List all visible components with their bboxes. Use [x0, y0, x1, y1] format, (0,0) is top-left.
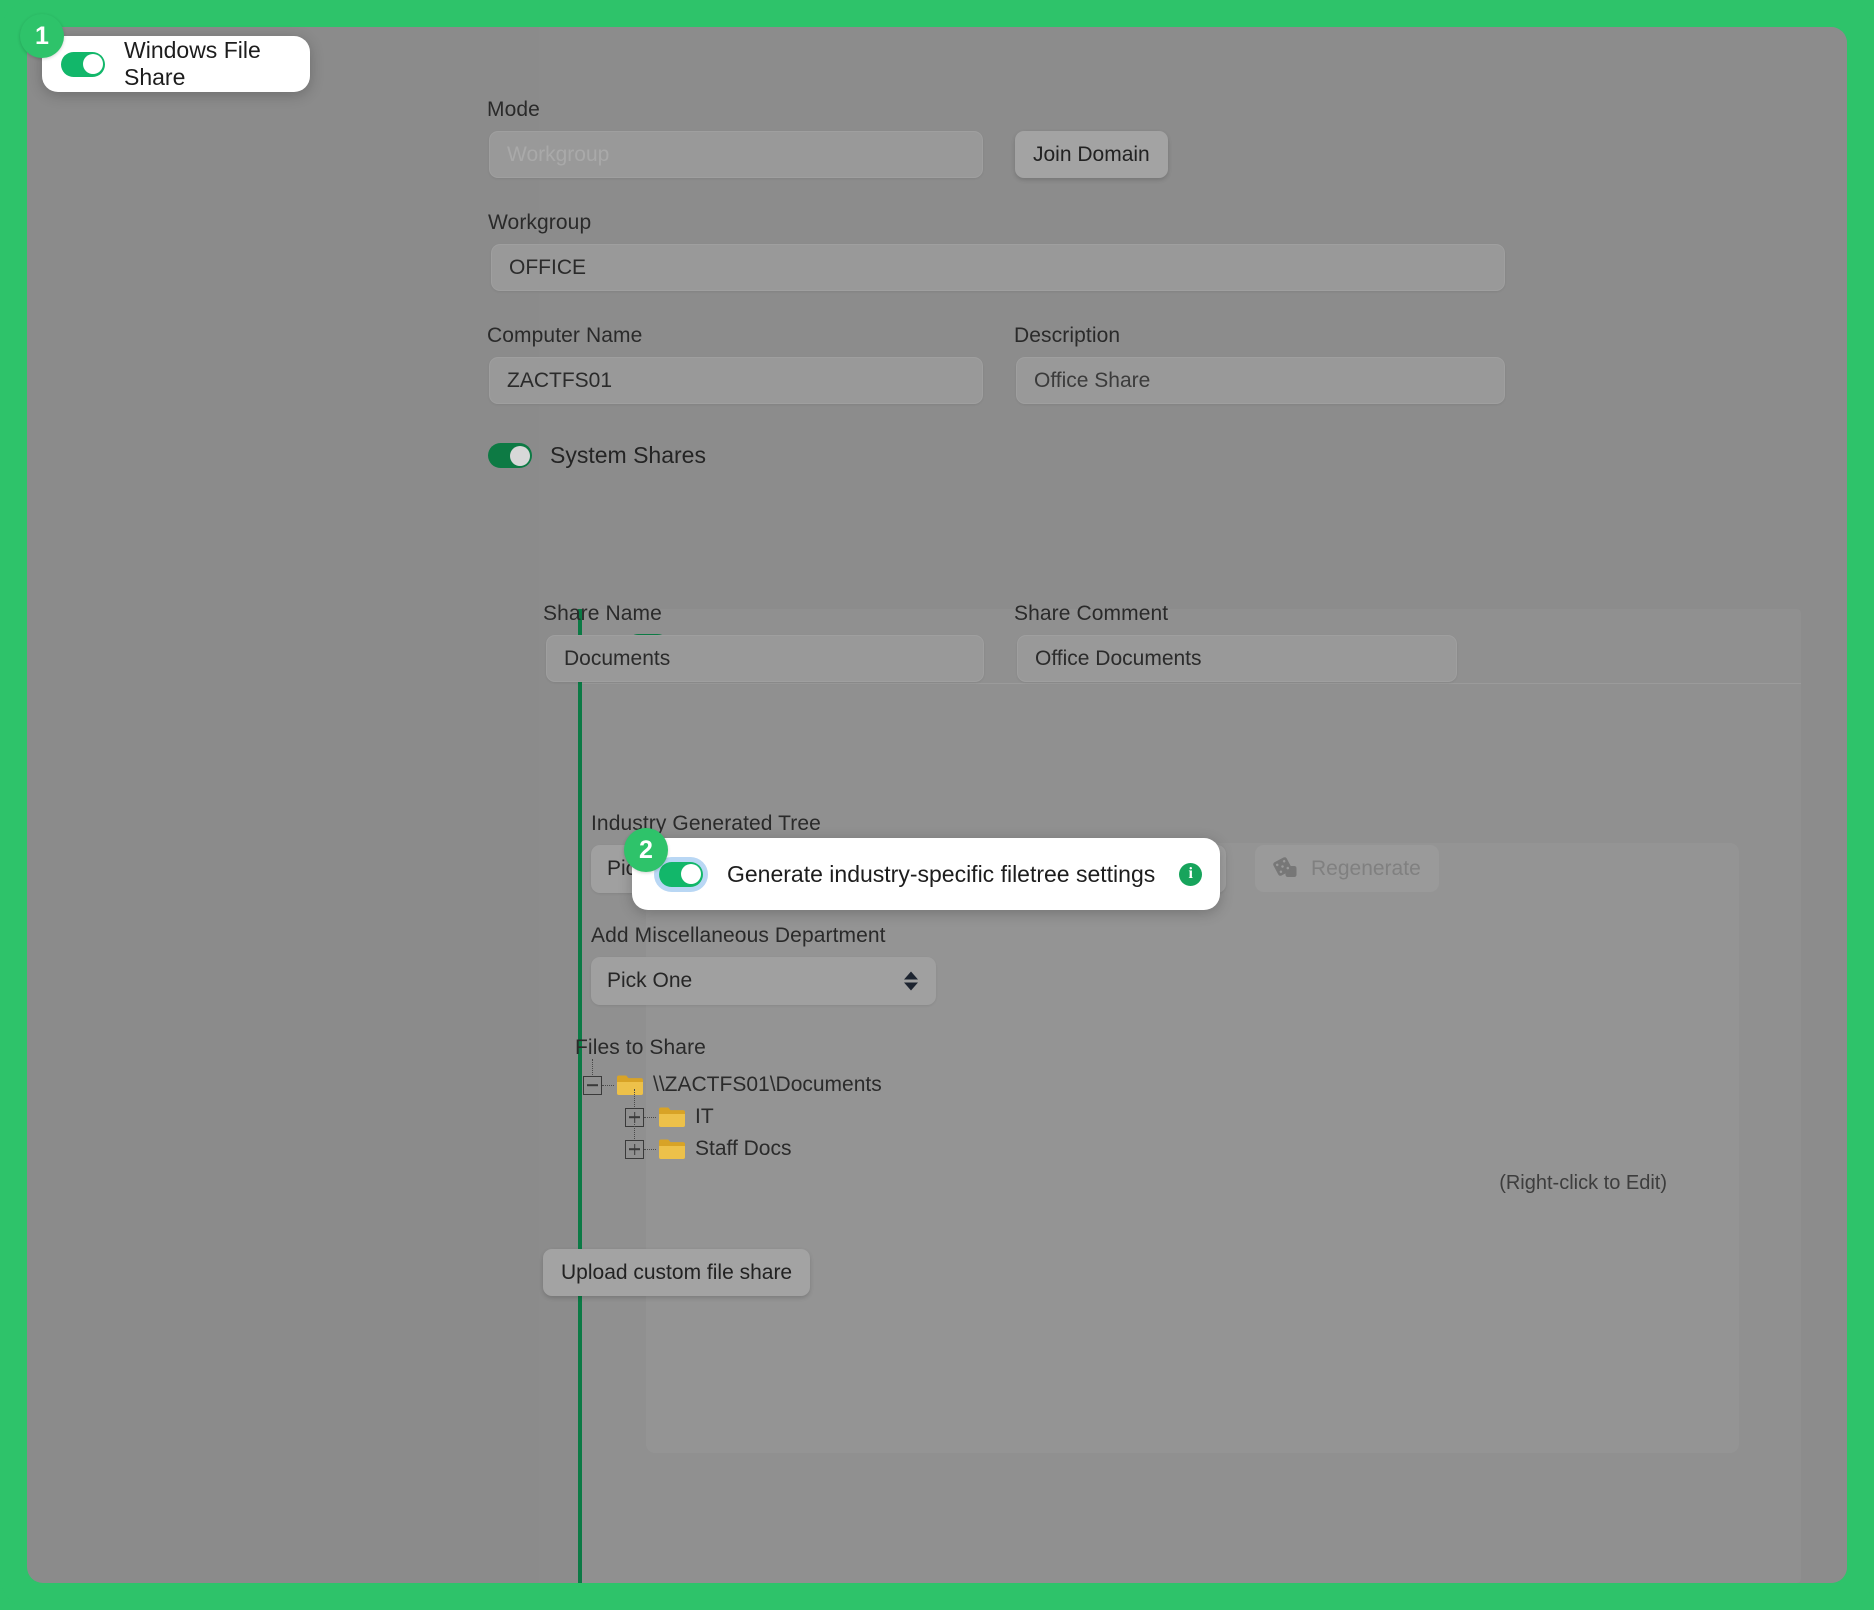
- workgroup-input[interactable]: OFFICE: [491, 244, 1505, 291]
- callout-badge-2: 2: [624, 828, 668, 872]
- tree-connector: [592, 1059, 593, 1075]
- join-domain-button[interactable]: Join Domain: [1015, 131, 1168, 178]
- tree-connector: [644, 1117, 656, 1118]
- toggle-knob: [510, 446, 530, 466]
- generate-filetree-toggle[interactable]: [659, 862, 703, 887]
- regenerate-button[interactable]: Regenerate: [1255, 845, 1439, 892]
- folder-icon: [658, 1106, 686, 1128]
- info-icon[interactable]: i: [1179, 863, 1202, 886]
- system-shares-label: System Shares: [550, 442, 706, 469]
- upload-custom-file-share-button[interactable]: Upload custom file share: [543, 1249, 810, 1296]
- file-tree: \\ZACTFS01\Documents IT: [583, 1069, 1483, 1165]
- toggle-knob: [83, 54, 103, 74]
- computer-name-input[interactable]: ZACTFS01: [489, 357, 983, 404]
- toggle-knob: [681, 864, 701, 884]
- share-name-label: Share Name: [543, 603, 662, 624]
- dice-icon: [1273, 857, 1299, 881]
- tree-connector: [644, 1149, 656, 1150]
- green-frame: Mode Workgroup Join Domain Workgroup OFF…: [0, 0, 1874, 1610]
- windows-file-share-toggle[interactable]: [61, 52, 105, 77]
- share-name-input[interactable]: Documents: [546, 635, 984, 682]
- share-comment-input[interactable]: Office Documents: [1017, 635, 1457, 682]
- tree-connector: [634, 1119, 635, 1139]
- folder-icon: [658, 1138, 686, 1160]
- folder-icon: [616, 1074, 644, 1096]
- industry-tree-label: Industry Generated Tree: [591, 813, 821, 834]
- tree-connector: [634, 1089, 635, 1107]
- share-comment-label: Share Comment: [1014, 603, 1168, 624]
- chevron-updown-icon: [904, 972, 918, 991]
- tree-item-label: Staff Docs: [695, 1137, 792, 1161]
- workgroup-label: Workgroup: [488, 212, 591, 233]
- misc-department-label: Add Miscellaneous Department: [591, 925, 886, 946]
- generate-filetree-label: Generate industry-specific filetree sett…: [727, 861, 1155, 888]
- system-shares-row[interactable]: System Shares: [488, 442, 706, 469]
- system-shares-toggle[interactable]: [488, 443, 532, 468]
- spotlight-generate-filetree: Generate industry-specific filetree sett…: [632, 838, 1220, 910]
- computer-name-label: Computer Name: [487, 325, 642, 346]
- regenerate-label: Regenerate: [1311, 857, 1421, 881]
- tree-row[interactable]: Staff Docs: [625, 1133, 1483, 1165]
- mode-label: Mode: [487, 99, 540, 120]
- tree-item-label: IT: [695, 1105, 714, 1129]
- spotlight-windows-file-share: Windows File Share: [42, 36, 310, 92]
- files-to-share-label: Files to Share: [575, 1037, 706, 1058]
- tree-connector: [602, 1085, 614, 1086]
- tree-expander-collapse-icon[interactable]: [583, 1076, 602, 1095]
- tree-item-label: \\ZACTFS01\Documents: [653, 1073, 882, 1097]
- app-surface: Mode Workgroup Join Domain Workgroup OFF…: [27, 27, 1847, 1583]
- windows-file-share-label: Windows File Share: [124, 37, 310, 91]
- tree-row[interactable]: \\ZACTFS01\Documents: [583, 1069, 1483, 1101]
- section-accent-bar: [578, 609, 582, 1583]
- misc-department-select[interactable]: Pick One: [591, 957, 936, 1005]
- description-input[interactable]: Office Share: [1016, 357, 1505, 404]
- tree-row[interactable]: IT: [625, 1101, 1483, 1133]
- description-label: Description: [1014, 325, 1120, 346]
- tree-expander-expand-icon[interactable]: [625, 1140, 644, 1159]
- mode-input[interactable]: Workgroup: [489, 131, 983, 178]
- callout-badge-1: 1: [20, 14, 64, 58]
- right-click-hint: (Right-click to Edit): [1267, 1172, 1667, 1195]
- misc-department-value: Pick One: [607, 969, 692, 993]
